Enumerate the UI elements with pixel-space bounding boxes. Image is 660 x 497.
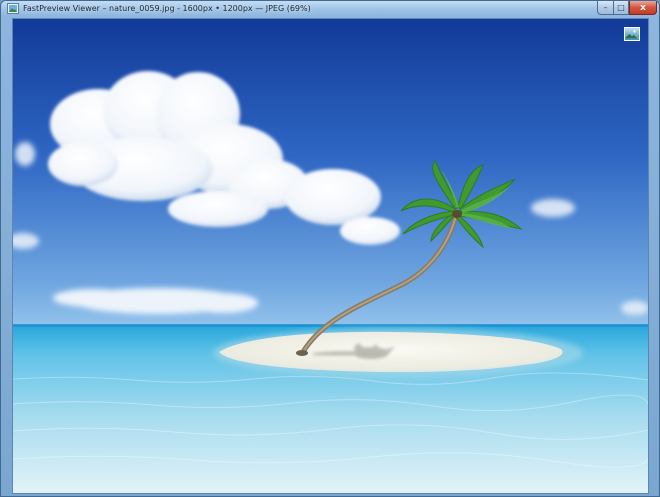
- close-button[interactable]: x: [629, 1, 657, 15]
- caption-buttons: – □ x: [597, 1, 657, 15]
- app-picture-icon: [7, 3, 19, 14]
- picture-thumbnail-icon[interactable]: [624, 27, 640, 41]
- image-viewport[interactable]: [12, 18, 649, 494]
- title-bar[interactable]: FastPreview Viewer – nature_0059.jpg - 1…: [1, 1, 659, 17]
- app-window: FastPreview Viewer – nature_0059.jpg - 1…: [0, 0, 660, 497]
- photo-image: [13, 19, 648, 493]
- minimize-button[interactable]: –: [597, 1, 613, 15]
- window-title: FastPreview Viewer – nature_0059.jpg - 1…: [23, 4, 311, 13]
- maximize-button[interactable]: □: [613, 1, 629, 15]
